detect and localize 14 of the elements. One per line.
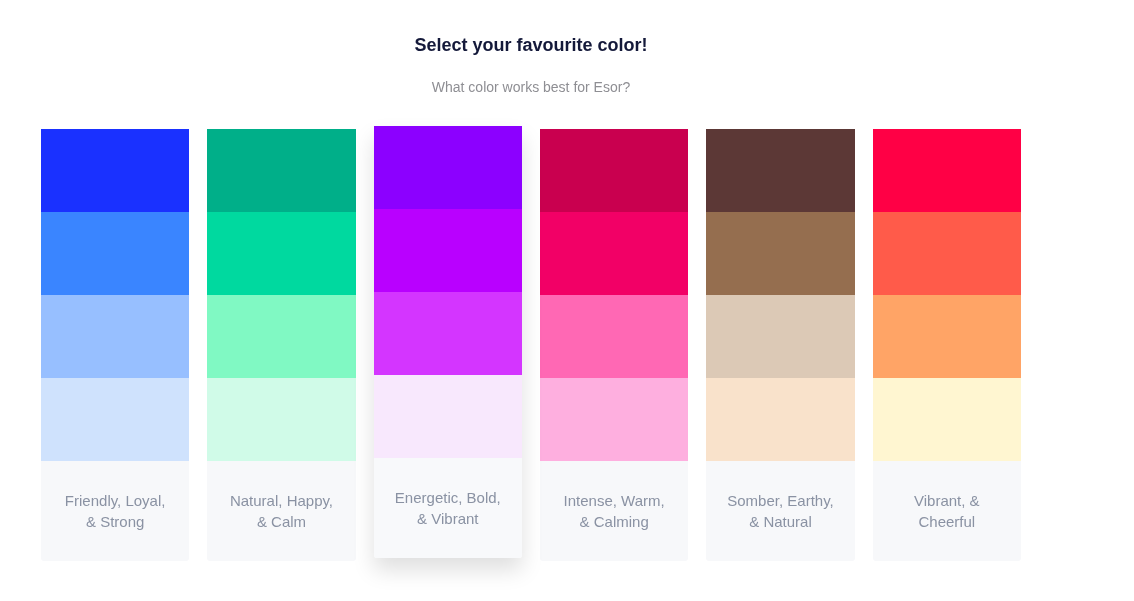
palette-label: Energetic, Bold, & Vibrant bbox=[394, 488, 501, 529]
palette-label: Somber, Earthy, & Natural bbox=[727, 491, 834, 532]
palette-card[interactable]: Vibrant, & Cheerful bbox=[872, 129, 1021, 561]
page-title: Select your favourite color! bbox=[414, 34, 648, 57]
palette-label: Friendly, Loyal, & Strong bbox=[64, 491, 166, 532]
palette-card[interactable]: Energetic, Bold, & Vibrant bbox=[373, 126, 522, 558]
palette-card[interactable]: Natural, Happy, & Calm bbox=[207, 129, 356, 561]
page-subtitle: What color works best for Esor? bbox=[431, 78, 631, 97]
palette-label: Natural, Happy, & Calm bbox=[229, 491, 334, 532]
palette-card[interactable]: Friendly, Loyal, & Strong bbox=[41, 129, 190, 561]
palette-card[interactable]: Somber, Earthy, & Natural bbox=[706, 129, 855, 561]
palette-card[interactable]: Intense, Warm, & Calming bbox=[540, 129, 689, 561]
palette-label: Intense, Warm, & Calming bbox=[563, 491, 665, 532]
palette-label: Vibrant, & Cheerful bbox=[914, 491, 980, 532]
